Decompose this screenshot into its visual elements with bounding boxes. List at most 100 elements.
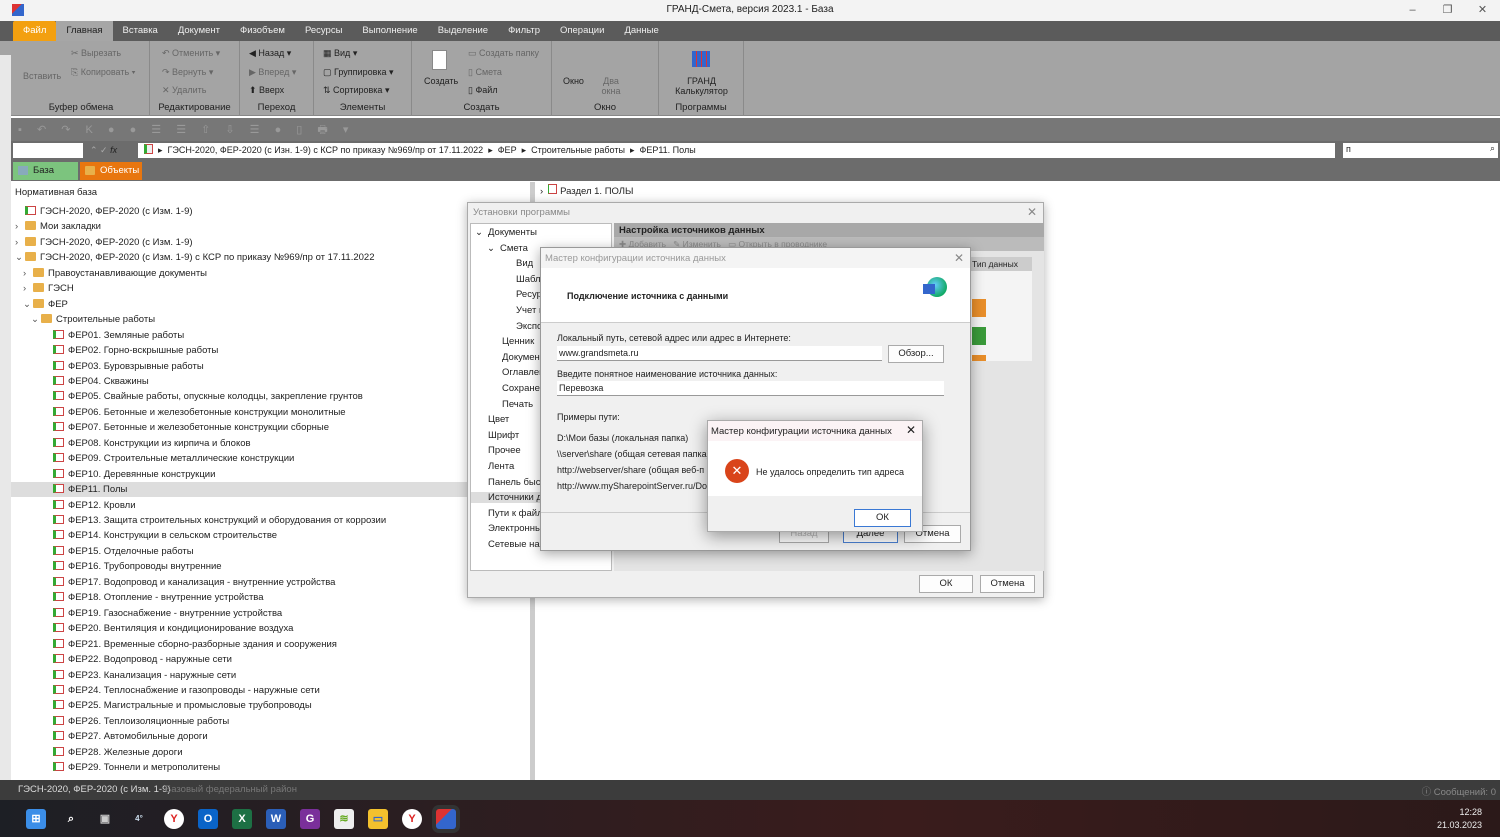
tree-item[interactable]: ФЕР21. Временные сборно-разборные здания… (11, 637, 530, 652)
back-button[interactable]: ◀ Назад ▾ (249, 48, 291, 59)
two-windows-button[interactable]: Два окна (600, 76, 622, 96)
tree-item[interactable]: ФЕР25. Магистральные и промысловые трубо… (11, 698, 530, 713)
tree-item[interactable]: ФЕР13. Защита строительных конструкций и… (11, 513, 530, 528)
ribbon-tab[interactable]: Фильтр (498, 21, 550, 41)
tab-objects[interactable]: Объекты (80, 162, 142, 180)
grand-smeta-taskbar-icon[interactable] (436, 809, 456, 829)
tree-item[interactable]: › ГЭСН-2020, ФЕР-2020 (с Изм. 1-9) (11, 235, 530, 250)
tree-item[interactable]: ФЕР16. Трубопроводы внутренние (11, 559, 530, 574)
tree-item[interactable]: ⌄ ГЭСН-2020, ФЕР-2020 (с Изм. 1-9) с КСР … (11, 250, 530, 265)
tree-item[interactable]: ФЕР24. Теплоснабжение и газопроводы - на… (11, 683, 530, 698)
section-row[interactable]: › Раздел 1. ПОЛЫ (540, 184, 633, 197)
redo-button[interactable]: ↷ Вернуть ▾ (162, 67, 213, 78)
ribbon-tab[interactable]: Данные (614, 21, 668, 41)
tree-item[interactable]: ФЕР27. Автомобильные дороги (11, 729, 530, 744)
create-button[interactable]: Создать (424, 76, 458, 86)
sources-list[interactable] (970, 271, 1032, 361)
chevron-right-icon[interactable]: › (15, 235, 25, 250)
tree-item[interactable]: ФЕР29. Тоннели и метрополитены (11, 760, 530, 775)
settings-nav-item[interactable]: Цвет (471, 414, 509, 425)
tree-item[interactable]: ФЕР09. Строительные металлические констр… (11, 451, 530, 466)
left-scrollbar[interactable] (0, 55, 11, 780)
settings-nav-item[interactable]: Панель быст (471, 477, 545, 488)
tree-item[interactable]: ФЕР07. Бетонные и железобетонные констру… (11, 420, 530, 435)
settings-nav-item[interactable]: Сетевые нас (471, 539, 544, 550)
word-icon[interactable]: W (266, 809, 286, 829)
tree-item[interactable]: ⌄ ФЕР (11, 297, 530, 312)
breadcrumb-item[interactable]: Строительные работы (531, 145, 625, 155)
tree-item[interactable]: ФЕР15. Отделочные работы (11, 544, 530, 559)
pdf-app-icon[interactable]: G (300, 809, 320, 829)
paste-button[interactable]: Вставить (23, 71, 61, 81)
yandex-browser-icon[interactable]: Y (164, 809, 184, 829)
settings-nav-item[interactable]: Электронны (471, 523, 542, 534)
file-explorer-icon[interactable]: ▭ (368, 809, 388, 829)
tree-item[interactable]: ФЕР17. Водопровод и канализация - внутре… (11, 575, 530, 590)
tree-item[interactable]: ФЕР26. Теплоизоляционные работы (11, 714, 530, 729)
tree-item[interactable]: ФЕР20. Вентиляция и кондиционирование во… (11, 621, 530, 636)
ribbon-tab[interactable]: Выделение (428, 21, 498, 41)
grand-calculator-button[interactable]: ГРАНД Калькулятор (659, 76, 744, 96)
delete-button[interactable]: ✕ Удалить (162, 85, 206, 96)
tab-base[interactable]: База (13, 162, 78, 180)
settings-nav-item[interactable]: Оглавлен (471, 367, 544, 378)
weather-icon[interactable]: 4° (129, 809, 149, 829)
settings-nav-item[interactable]: Вид (471, 258, 533, 269)
settings-nav-item[interactable]: Печать (471, 399, 533, 410)
ribbon-tab[interactable]: Выполнение (352, 21, 427, 41)
ribbon-tab[interactable]: Главная (56, 21, 113, 41)
settings-nav-item[interactable]: Учет в (471, 305, 544, 316)
browse-button[interactable]: Обзор... (888, 345, 944, 363)
create-folder-button[interactable]: ▭ Создать папку (468, 48, 539, 59)
tree-item[interactable]: ФЕР11. Полы (11, 482, 530, 498)
settings-nav-item[interactable]: Экспо (471, 321, 542, 332)
ribbon-tab[interactable]: Ресурсы (295, 21, 352, 41)
settings-nav-item[interactable]: Сохранен (471, 383, 545, 394)
tree-item[interactable]: › Мои закладки (11, 219, 530, 234)
breadcrumb-item[interactable]: ФЕР11. Полы (639, 145, 695, 155)
undo-button[interactable]: ↶ Отменить ▾ (162, 48, 220, 59)
outlook-icon[interactable]: O (198, 809, 218, 829)
breadcrumb-item[interactable]: ГЭСН-2020, ФЕР-2020 (с Изн. 1-9) с КСР п… (168, 145, 484, 155)
chevron-right-icon[interactable]: › (23, 281, 33, 296)
start-icon[interactable]: ⊞ (26, 809, 46, 829)
maximize-button[interactable]: ❐ (1430, 0, 1465, 21)
minimize-button[interactable]: – (1395, 0, 1430, 21)
tree-item[interactable]: ФЕР08. Конструкции из кирпича и блоков (11, 436, 530, 451)
settings-nav-item[interactable]: Докумен (471, 352, 540, 363)
tree-item[interactable]: ФЕР18. Отопление - внутренние устройства (11, 590, 530, 605)
tree-item[interactable]: ФЕР05. Свайные работы, опускные колодцы,… (11, 389, 530, 404)
chevron-right-icon[interactable]: › (23, 266, 33, 281)
task-view-icon[interactable]: ▣ (95, 809, 115, 829)
search-taskbar-icon[interactable]: ⌕ (61, 809, 81, 829)
settings-nav-item[interactable]: Лента (471, 461, 514, 472)
error-ok-button[interactable]: ОК (854, 509, 911, 527)
tree-item[interactable]: ФЕР22. Водопровод - наружные сети (11, 652, 530, 667)
settings-nav-item[interactable]: ⌄ Документы (471, 227, 537, 238)
tree-item[interactable]: › Правоустанавливающие документы (11, 266, 530, 281)
settings-nav-item[interactable]: ⌄ Смета (471, 243, 528, 254)
close-button[interactable]: ✕ (1465, 0, 1500, 21)
tree-item[interactable]: ФЕР28. Железные дороги (11, 745, 530, 760)
name-input[interactable]: Перевозка (557, 381, 944, 396)
search-input[interactable]: п ⌕ (1343, 143, 1498, 158)
file-button[interactable]: ▯ Файл (468, 85, 498, 96)
settings-cancel-button[interactable]: Отмена (980, 575, 1035, 593)
tree-item[interactable]: ФЕР12. Кровли (11, 498, 530, 513)
ribbon-tab[interactable]: Файл (13, 21, 57, 41)
grouping-button[interactable]: ▢ Группировка ▾ (323, 67, 394, 78)
chevron-down-icon[interactable]: ⌄ (15, 250, 25, 265)
breadcrumb-item[interactable]: ФЕР (498, 145, 517, 155)
ribbon-tab[interactable]: Вставка (113, 21, 168, 41)
tree-item[interactable]: ФЕР02. Горно-вскрышные работы (11, 343, 530, 358)
tree-item[interactable]: ГЭСН-2020, ФЕР-2020 (с Изм. 1-9) (11, 204, 530, 219)
settings-nav-item[interactable]: Ценник (471, 336, 534, 347)
tree-item[interactable]: ФЕР04. Скважины (11, 374, 530, 389)
settings-nav-item[interactable]: Прочее (471, 445, 521, 456)
search-icon[interactable]: ⌕ (1490, 143, 1495, 154)
settings-close-button[interactable]: ✕ (1027, 205, 1037, 219)
settings-nav-item[interactable]: Ресур (471, 289, 542, 300)
cut-button[interactable]: ✂ Вырезать (71, 48, 121, 59)
tree-item[interactable]: › ГЭСН (11, 281, 530, 296)
sort-button[interactable]: ⇅ Сортировка ▾ (323, 85, 389, 96)
